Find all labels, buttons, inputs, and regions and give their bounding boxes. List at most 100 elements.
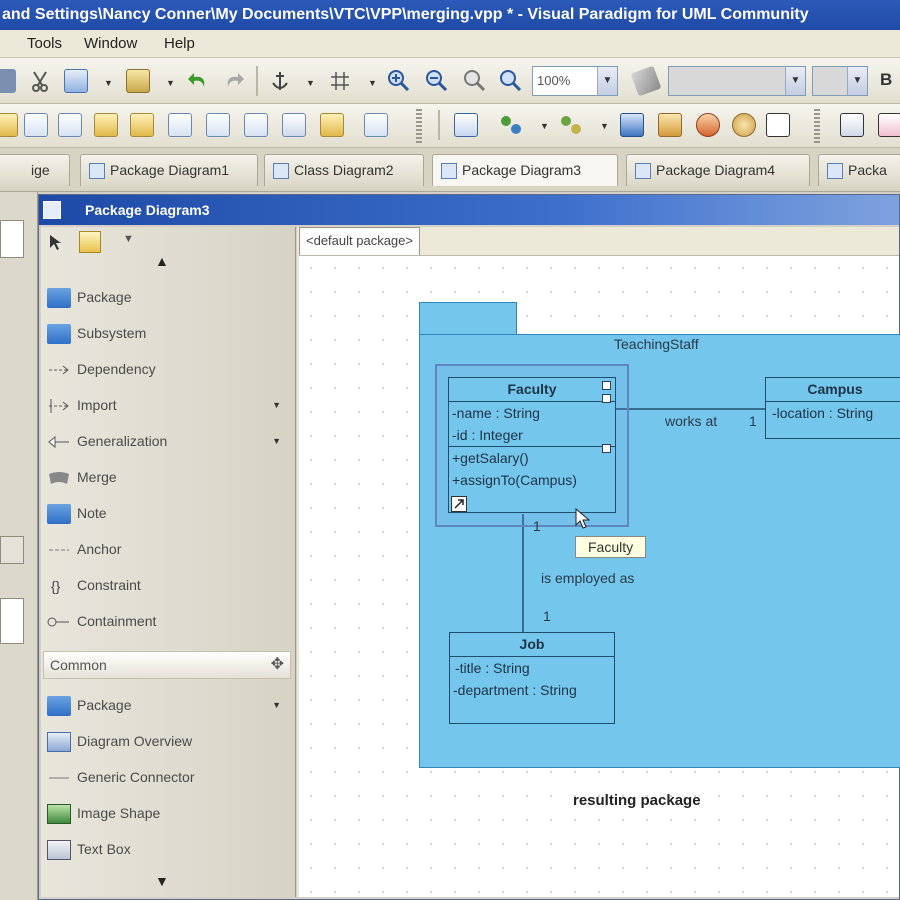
diagram-element-icon[interactable]	[168, 113, 192, 137]
connector-icon[interactable]	[558, 113, 582, 137]
diagram-window-icon	[43, 201, 61, 219]
layout-dropdown-icon[interactable]: ▼	[540, 121, 549, 131]
diagram-palette: ▼ ▲ Package Subsystem Dependency Import …	[41, 227, 296, 897]
connector-dropdown-icon[interactable]: ▼	[600, 121, 609, 131]
move-group-icon[interactable]: ✥	[271, 652, 284, 678]
expand-arrow-icon[interactable]	[451, 496, 467, 512]
window-title-bar: and Settings\Nancy Conner\My Documents\V…	[0, 0, 900, 30]
cut-icon[interactable]	[28, 69, 52, 93]
anchor-tool-icon[interactable]	[268, 69, 292, 93]
toolbar-icon[interactable]	[0, 69, 16, 93]
palette-item-merge[interactable]: Merge	[47, 463, 287, 491]
tab-class-diagram2[interactable]: Class Diagram2	[264, 154, 424, 186]
palette-item-anchor[interactable]: Anchor	[47, 535, 287, 563]
zoom-combo[interactable]: 100% ▼	[532, 66, 618, 96]
copy-icon[interactable]	[64, 69, 88, 93]
class-job[interactable]: Job -title : String -department : String	[449, 632, 615, 724]
package-breadcrumb-tab[interactable]: <default package>	[299, 227, 420, 255]
layout-icon[interactable]	[498, 113, 522, 137]
diagram-element-icon[interactable]	[0, 113, 18, 137]
bold-icon[interactable]: B	[880, 70, 892, 90]
hierarchy-icon[interactable]	[620, 113, 644, 137]
scroll-down-icon[interactable]: ▼	[155, 873, 169, 889]
dock-panel-tab[interactable]	[0, 536, 24, 564]
format-painter-icon[interactable]	[630, 65, 662, 97]
class-campus[interactable]: Campus -location : String	[765, 377, 900, 439]
palette-item-import[interactable]: Import ▼	[47, 391, 287, 419]
diagram-element-icon[interactable]	[206, 113, 230, 137]
dock-panel-tab[interactable]	[0, 598, 24, 644]
zoom-dropdown-icon[interactable]: ▼	[597, 67, 617, 95]
palette-item-diagram-overview[interactable]: Diagram Overview	[47, 727, 287, 755]
sticky-mode-icon[interactable]	[79, 231, 101, 253]
dock-panel-tab[interactable]	[0, 220, 24, 258]
more-options-icon[interactable]: ▼	[272, 427, 281, 455]
diagram-canvas[interactable]: TeachingStaff Faculty -name : String -id…	[299, 255, 900, 897]
toolbar-handle[interactable]	[814, 109, 820, 143]
menu-tools[interactable]: Tools	[27, 35, 62, 52]
palette-item-dependency[interactable]: Dependency	[47, 355, 287, 383]
palette-item-containment[interactable]: Containment	[47, 607, 287, 635]
diagram-element-icon[interactable]	[320, 113, 344, 137]
tab-package-diagram1[interactable]: Package Diagram1	[80, 154, 258, 186]
font-size-combo[interactable]: ▼	[812, 66, 868, 96]
diagram-element-icon[interactable]	[244, 113, 268, 137]
palette-item-text-box[interactable]: Text Box	[47, 835, 287, 863]
palette-item-generalization[interactable]: Generalization ▼	[47, 427, 287, 455]
class-faculty[interactable]: Faculty -name : String -id : Integer +ge…	[448, 377, 616, 513]
palette-item-package[interactable]: Package	[47, 283, 287, 311]
palette-item-common-package[interactable]: Package ▼	[47, 691, 287, 719]
tab-package-diagram4[interactable]: Package Diagram4	[626, 154, 810, 186]
pointer-tool-icon[interactable]	[47, 233, 65, 251]
navigator-icon[interactable]	[766, 113, 790, 137]
more-options-icon[interactable]: ▼	[272, 391, 281, 419]
diagram-element-icon[interactable]	[94, 113, 118, 137]
paste-dropdown-icon[interactable]: ▼	[166, 78, 175, 88]
font-size-dropdown-icon[interactable]: ▼	[847, 67, 867, 95]
tab-package-diagram5[interactable]: Packa	[818, 154, 900, 186]
scroll-up-icon[interactable]: ▲	[155, 253, 169, 269]
association-label-works-at[interactable]: works at	[665, 413, 717, 429]
undo-icon[interactable]	[186, 69, 210, 93]
settings-gear-icon[interactable]	[732, 113, 756, 137]
menu-window[interactable]: Window	[84, 35, 137, 52]
resize-handle[interactable]	[602, 394, 611, 403]
font-combo[interactable]: ▼	[668, 66, 806, 96]
resize-handle[interactable]	[602, 381, 611, 390]
anchor-dropdown-icon[interactable]: ▼	[306, 78, 315, 88]
tab-diagram-partial[interactable]: ige	[0, 154, 70, 186]
zoom-out-icon[interactable]	[424, 68, 448, 92]
grid-dropdown-icon[interactable]: ▼	[368, 78, 377, 88]
diagram-element-icon[interactable]	[130, 113, 154, 137]
window-icon[interactable]	[454, 113, 478, 137]
palette-item-subsystem[interactable]: Subsystem	[47, 319, 287, 347]
toolbar-handle[interactable]	[416, 109, 422, 143]
paste-icon[interactable]	[126, 69, 150, 93]
diagram-element-icon[interactable]	[282, 113, 306, 137]
palette-item-image-shape[interactable]: Image Shape	[47, 799, 287, 827]
menu-help[interactable]: Help	[164, 35, 195, 52]
palette-item-generic-connector[interactable]: Generic Connector	[47, 763, 287, 791]
more-options-icon[interactable]: ▼	[272, 691, 281, 719]
copy-dropdown-icon[interactable]: ▼	[104, 78, 113, 88]
association-label-is-employed-as[interactable]: is employed as	[541, 570, 634, 586]
tab-package-diagram3[interactable]: Package Diagram3	[432, 154, 618, 186]
font-dropdown-icon[interactable]: ▼	[785, 67, 805, 95]
edit-icon[interactable]	[840, 113, 864, 137]
zoom-actual-icon[interactable]	[498, 68, 522, 92]
zoom-in-icon[interactable]	[386, 68, 410, 92]
diagram-element-icon[interactable]	[24, 113, 48, 137]
palette-item-constraint[interactable]: {} Constraint	[47, 571, 287, 599]
palette-menu-icon[interactable]: ▼	[123, 233, 134, 245]
grid-icon[interactable]	[328, 69, 352, 93]
resize-handle[interactable]	[602, 444, 611, 453]
diagram-element-icon[interactable]	[364, 113, 388, 137]
zoom-fit-icon[interactable]	[462, 68, 486, 92]
diagram-element-icon[interactable]	[58, 113, 82, 137]
redo-icon[interactable]	[222, 69, 246, 93]
palette-group-common[interactable]: Common ✥	[43, 651, 291, 679]
report-icon[interactable]	[696, 113, 720, 137]
edit-icon[interactable]	[878, 113, 900, 137]
model-icon[interactable]	[658, 113, 682, 137]
palette-item-note[interactable]: Note	[47, 499, 287, 527]
